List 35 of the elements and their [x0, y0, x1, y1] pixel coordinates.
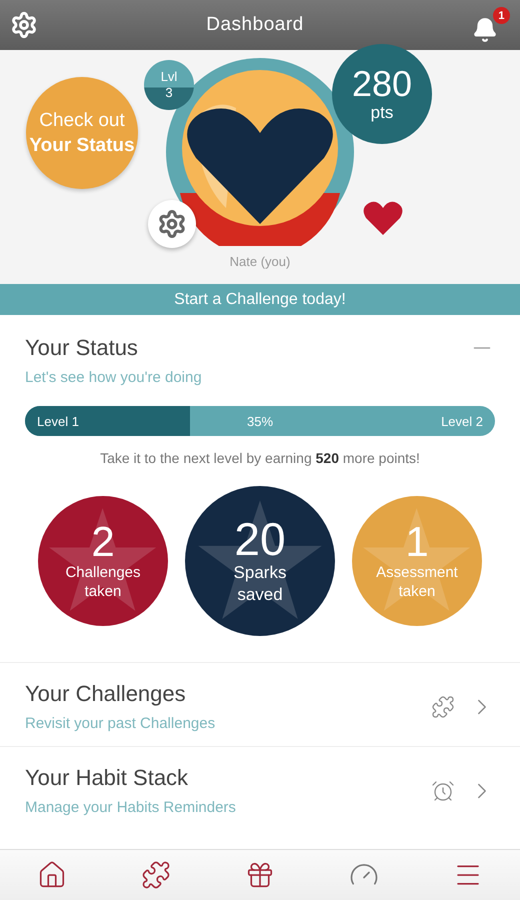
- screen-title: Dashboard: [206, 14, 304, 36]
- row-subtitle: Revisit your past Challenges: [25, 715, 216, 732]
- row-title: Your Challenges: [25, 681, 187, 707]
- progress-start-label: Level 1: [37, 414, 79, 428]
- stat-label: Assessment taken: [375, 562, 459, 602]
- points-badge: 280 pts: [332, 44, 432, 144]
- points-hint: Take it to the next level by earning 520 more points!: [99, 450, 421, 466]
- menu-row[interactable]: Your Habit Stack Manage your Habits Reminders: [0, 746, 520, 830]
- alarm-clock-icon: [431, 778, 455, 802]
- user-name: Nate (you): [228, 254, 292, 269]
- gear-icon: [157, 209, 187, 239]
- row-title: Your Habit Stack: [25, 765, 190, 791]
- stat-label: Sparks saved: [232, 562, 288, 606]
- avatar-settings-button[interactable]: [148, 200, 196, 248]
- bell-icon: [472, 17, 498, 43]
- stat-value: 1: [405, 520, 429, 562]
- menu-row[interactable]: Your Challenges Revisit your past Challenges: [0, 662, 520, 746]
- challenge-banner[interactable]: Start a Challenge today!: [0, 284, 520, 315]
- stat-value: 2: [91, 520, 115, 562]
- notification-count: 1: [492, 7, 510, 24]
- gift-icon: [245, 860, 275, 890]
- row-subtitle: Manage your Habits Reminders: [25, 799, 236, 816]
- settings-icon[interactable]: [10, 11, 38, 39]
- stat-value: 20: [234, 516, 286, 562]
- home-icon: [37, 860, 67, 890]
- progress-end-label: Level 2: [441, 414, 483, 428]
- level-badge: Lvl 3: [144, 60, 194, 110]
- puzzle-icon: [431, 694, 455, 718]
- notifications-button[interactable]: 1: [472, 7, 510, 43]
- puzzle-icon: [141, 860, 171, 890]
- section-title: Your Status: [25, 335, 138, 361]
- heart-icon: [362, 200, 404, 236]
- section-subtitle: Let's see how you're doing: [25, 369, 203, 386]
- stat-label: Challenges taken: [64, 562, 142, 602]
- progress-percent: 35%: [246, 414, 274, 428]
